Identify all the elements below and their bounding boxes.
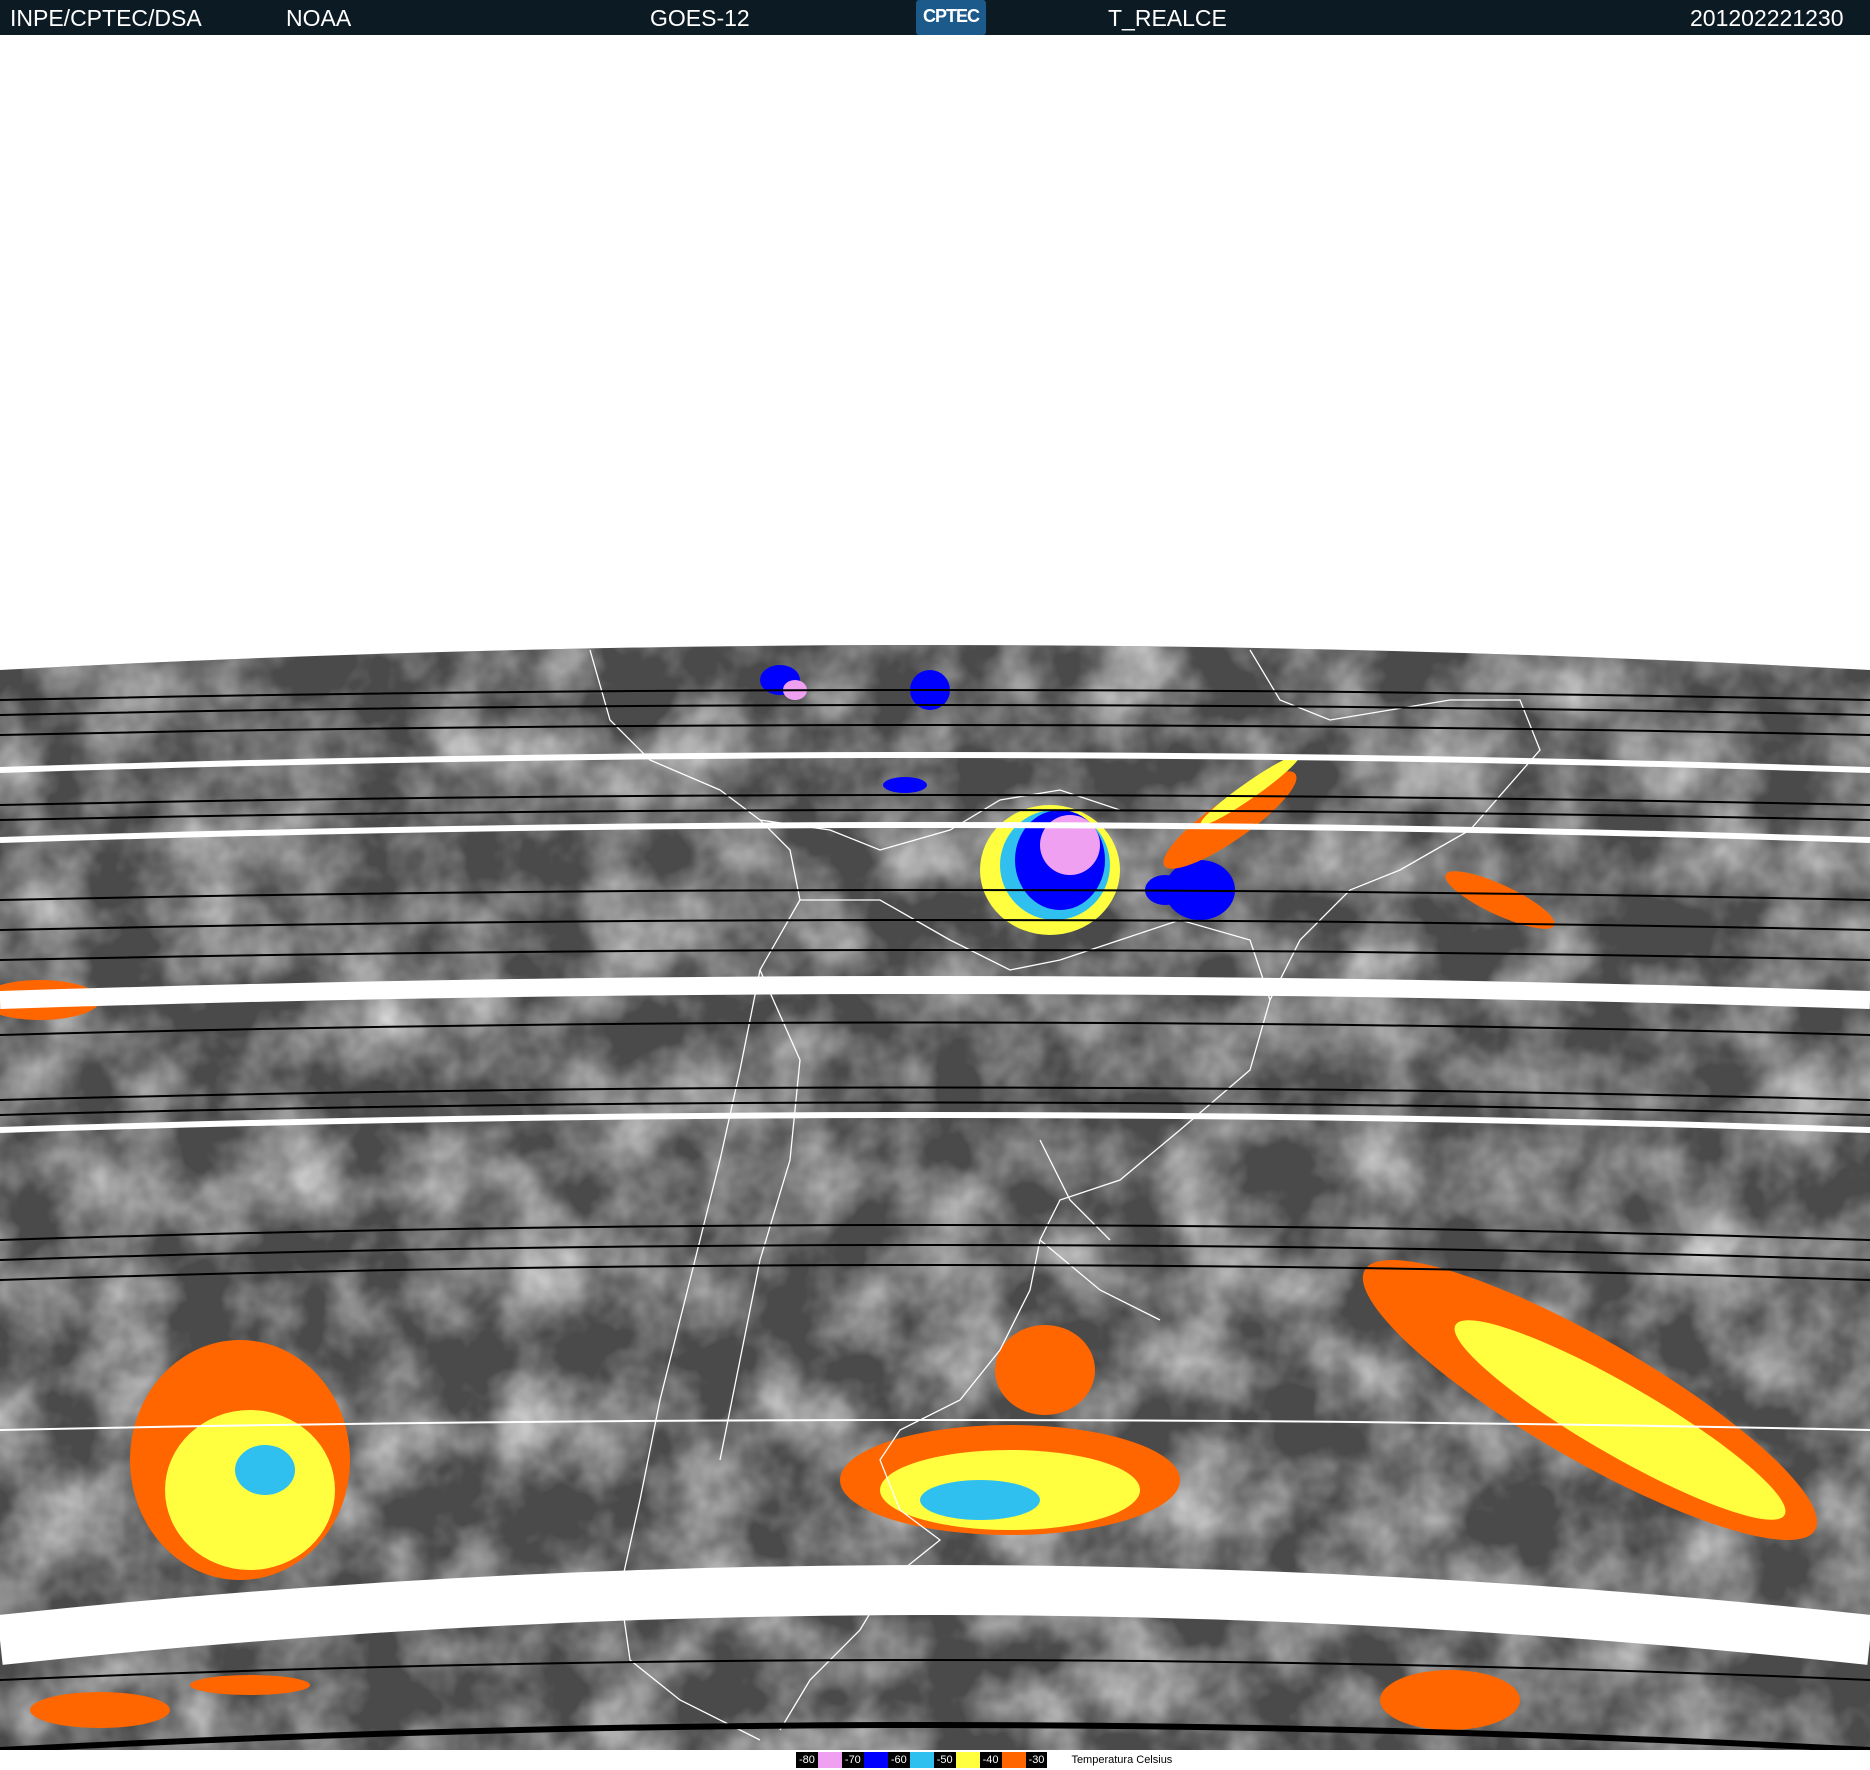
legend-swatch (863, 1752, 888, 1768)
legend-swatch (909, 1752, 934, 1768)
legend-label: -80 (796, 1752, 818, 1768)
agency-label: NOAA (286, 5, 352, 31)
legend-title: Temperatura Celsius (1071, 1754, 1173, 1766)
legend-label: -60 (887, 1752, 910, 1768)
logo-text: CPTEC (922, 6, 980, 26)
satellite-map (0, 645, 1870, 1750)
legend-label: -70 (841, 1752, 864, 1768)
org-label: INPE/CPTEC/DSA (10, 5, 202, 31)
legend-swatch (955, 1752, 980, 1768)
legend-label: -30 (1025, 1752, 1048, 1768)
legend-swatch (817, 1752, 842, 1768)
product-label: T_REALCE (1108, 5, 1227, 31)
legend-swatch (1001, 1752, 1026, 1768)
image-header: INPE/CPTEC/DSA NOAA GOES-12 CPTEC T_REAL… (0, 0, 1870, 35)
legend-label: -40 (979, 1752, 1002, 1768)
timestamp-label: 201202221230 (1690, 5, 1844, 31)
cptec-logo: CPTEC (916, 0, 986, 35)
satellite-label: GOES-12 (650, 5, 750, 31)
temperature-legend: -80 -70 -60 -50 -40 -30 Temperatura Cels… (796, 1752, 1172, 1768)
legend-label: -50 (933, 1752, 956, 1768)
